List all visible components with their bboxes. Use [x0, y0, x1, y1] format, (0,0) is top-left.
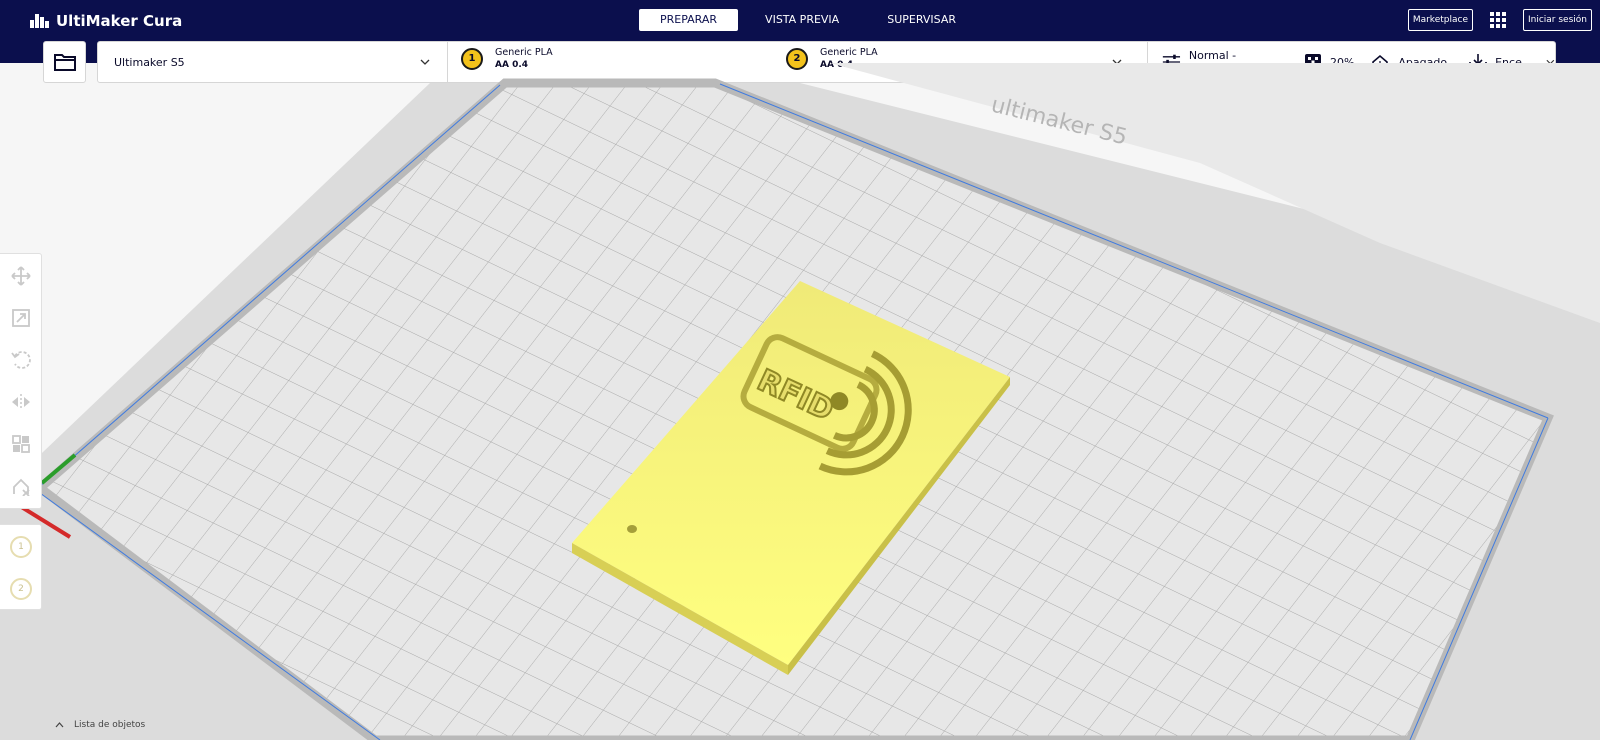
build-plate-scene: ultimaker S5 RFID	[0, 63, 1600, 740]
scale-tool[interactable]	[9, 306, 33, 330]
object-list-toggle[interactable]: Lista de objetos	[55, 720, 145, 730]
move-tool[interactable]	[9, 264, 33, 288]
extruder-2-tool[interactable]: 2	[10, 578, 32, 600]
move-icon	[11, 266, 31, 286]
3d-viewport[interactable]: ultimaker S5 RFID	[0, 63, 1600, 740]
rotate-tool[interactable]	[9, 348, 33, 372]
tab-monitor[interactable]: SUPERVISAR	[866, 9, 977, 31]
per-model-settings-icon	[12, 435, 30, 453]
mirror-tool[interactable]	[9, 390, 33, 414]
chevron-up-icon	[55, 722, 64, 728]
rotate-icon	[11, 351, 31, 369]
tab-prepare[interactable]: PREPARAR	[639, 9, 739, 31]
header-actions: Marketplace Iniciar sesión	[1407, 9, 1592, 31]
per-model-settings-tool[interactable]	[9, 432, 33, 456]
scale-icon	[12, 309, 30, 327]
app-logo: UltiMaker Cura	[30, 12, 182, 30]
signin-button[interactable]: Iniciar sesión	[1522, 9, 1592, 31]
stage-tabs: PREPARAR VISTA PREVIA SUPERVISAR	[639, 9, 983, 31]
extruder-2-material: Generic PLA	[820, 47, 878, 58]
mirror-icon	[12, 394, 30, 410]
extruder-1-material: Generic PLA	[495, 47, 553, 58]
app-title: UltiMaker Cura	[56, 12, 183, 30]
marketplace-button[interactable]: Marketplace	[1407, 9, 1473, 31]
ultimaker-logo-icon	[30, 14, 49, 28]
apps-grid-icon[interactable]	[1487, 9, 1509, 31]
object-list-label: Lista de objetos	[74, 720, 146, 730]
extruder-tools: 1 2	[0, 524, 42, 610]
support-blocker-tool[interactable]	[9, 474, 33, 498]
extruder-1-tool[interactable]: 1	[10, 536, 32, 558]
tab-preview[interactable]: VISTA PREVIA	[744, 9, 860, 31]
transform-toolbar	[0, 253, 42, 509]
support-blocker-icon	[13, 478, 30, 496]
